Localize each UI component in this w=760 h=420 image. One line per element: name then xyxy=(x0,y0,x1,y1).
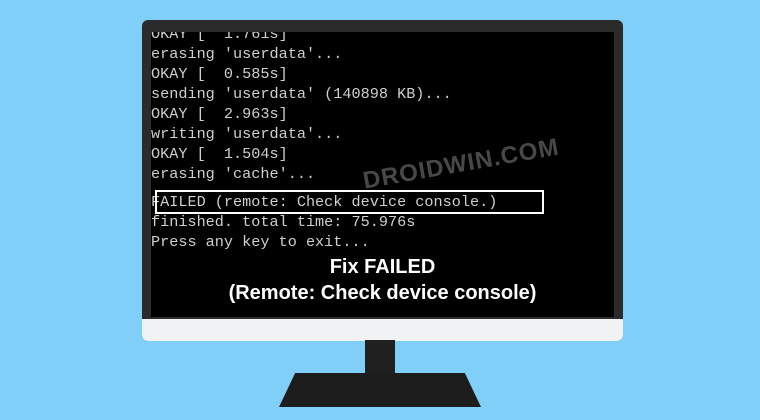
monitor-stand-base xyxy=(279,373,481,407)
terminal-line-okay-3: OKAY [ 2.963s] xyxy=(151,105,288,123)
terminal-line-okay-4: OKAY [ 1.504s] xyxy=(151,145,288,163)
caption-title: Fix FAILED xyxy=(329,256,436,278)
terminal-line-sending-userdata: sending 'userdata' (140898 KB)... xyxy=(151,85,452,103)
terminal-line-okay-2: OKAY [ 0.585s] xyxy=(151,65,288,83)
monitor: OKAY [ 1.761s] erasing 'userdata'... OKA… xyxy=(142,20,623,341)
error-highlight-box xyxy=(155,190,544,214)
terminal-line-writing-userdata: writing 'userdata'... xyxy=(151,125,343,143)
monitor-screen: OKAY [ 1.761s] erasing 'userdata'... OKA… xyxy=(151,32,614,317)
terminal-line-okay-1: OKAY [ 1.761s] xyxy=(151,32,288,43)
command-prompt-window: OKAY [ 1.761s] erasing 'userdata'... OKA… xyxy=(151,32,614,317)
terminal-line-press-any-key: Press any key to exit... xyxy=(151,233,370,251)
terminal-line-erasing-cache: erasing 'cache'... xyxy=(151,165,316,183)
terminal-line-erasing-userdata: erasing 'userdata'... xyxy=(151,45,343,63)
caption-subtitle: (Remote: Check device console) xyxy=(228,282,537,304)
monitor-chin xyxy=(142,319,623,341)
terminal-line-finished: finished. total time: 75.976s xyxy=(151,213,416,231)
